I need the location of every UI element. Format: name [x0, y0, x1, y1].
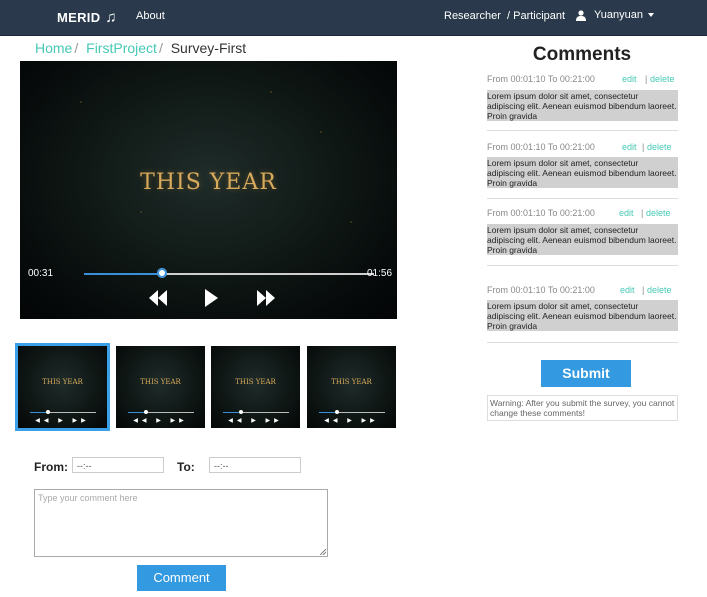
comment-text: Lorem ipsum dolor sit amet, consectetur … — [487, 300, 678, 331]
comment-divider — [487, 130, 678, 131]
comment-delete-link[interactable]: delete — [647, 285, 672, 295]
comment-delete-link[interactable]: delete — [650, 74, 675, 84]
video-frame-title: THIS YEAR — [140, 170, 277, 195]
comment-textarea[interactable]: Type your comment here — [34, 489, 328, 557]
comment-edit-link[interactable]: edit — [622, 74, 637, 84]
video-speck — [140, 211, 142, 213]
video-seek-handle[interactable] — [157, 268, 168, 278]
comment-text: Lorem ipsum dolor sit amet, consectetur … — [487, 157, 678, 188]
thumbnail-controls-icon: ◀◀ ▶ ▶▶ — [228, 418, 283, 424]
fast-forward-icon[interactable] — [256, 289, 276, 312]
user-name: Yuanyuan — [594, 9, 643, 21]
thumbnail-title: THIS YEAR — [140, 378, 181, 386]
comment-edit-link[interactable]: edit — [620, 285, 635, 295]
thumbnail-title: THIS YEAR — [235, 378, 276, 386]
thumbnail-title: THIS YEAR — [42, 378, 83, 386]
thumbnail-seek-handle — [45, 410, 50, 414]
comment-delete-link[interactable]: delete — [646, 208, 671, 218]
submit-button[interactable]: Submit — [541, 360, 631, 387]
comment-text: Lorem ipsum dolor sit amet, consectetur … — [487, 90, 678, 121]
comment-action-separator: | — [641, 208, 644, 218]
comments-heading: Comments — [532, 44, 632, 65]
video-thumbnail-2[interactable]: THIS YEAR ◀◀ ▶ ▶▶ — [116, 346, 205, 428]
breadcrumb-project[interactable]: FirstProject — [86, 40, 157, 56]
user-icon — [576, 9, 586, 21]
comment-action-separator: | — [645, 74, 648, 84]
comment-action-separator: | — [642, 285, 645, 295]
video-current-time: 00:31 — [28, 268, 54, 279]
thumbnail-controls-icon: ◀◀ ▶ ▶▶ — [133, 418, 188, 424]
comment-text: Lorem ipsum dolor sit amet, consectetur … — [487, 224, 678, 255]
video-progress-fill — [84, 273, 163, 275]
top-navbar: MERID ♫ About Researcher / Participant Yu… — [0, 0, 707, 36]
to-time-input[interactable]: --:-- — [209, 457, 301, 473]
thumbnail-seek-bar — [128, 410, 194, 414]
rewind-icon[interactable] — [148, 289, 168, 312]
breadcrumb-home[interactable]: Home — [35, 40, 72, 56]
comment-action-separator: | — [642, 142, 645, 152]
submit-warning: Warning: After you submit the survey, yo… — [487, 395, 678, 421]
video-speck — [270, 91, 272, 93]
video-speck — [320, 131, 322, 133]
chevron-down-icon — [647, 13, 654, 17]
thumbnail-seek-bar — [223, 410, 289, 414]
music-note-icon: ♫ — [105, 9, 117, 26]
resize-grip-icon[interactable] — [320, 549, 326, 555]
comment-time-range: From 00:01:10 To 00:21:00 — [487, 74, 595, 84]
breadcrumb-current: Survey-First — [170, 40, 247, 56]
nav-participant-link[interactable]: / Participant — [507, 10, 565, 22]
nav-about-link[interactable]: About — [136, 10, 165, 22]
video-thumbnail-1[interactable]: THIS YEAR ◀◀ ▶ ▶▶ — [15, 343, 110, 431]
brand-name: MERID — [57, 10, 101, 25]
breadcrumb-separator: / — [158, 40, 163, 56]
video-thumbnail-4[interactable]: THIS YEAR ◀◀ ▶ ▶▶ — [307, 346, 396, 428]
comment-divider — [487, 198, 678, 199]
breadcrumb-separator: / — [74, 40, 79, 56]
video-duration: 01:56 — [367, 268, 393, 279]
thumbnail-seek-bar — [30, 410, 96, 414]
from-time-input[interactable]: --:-- — [72, 457, 164, 473]
comment-divider — [487, 342, 678, 343]
comment-time-range: From 00:01:10 To 00:21:00 — [487, 208, 595, 218]
video-speck — [80, 101, 82, 103]
thumbnail-seek-bar — [319, 410, 385, 414]
video-player[interactable]: THIS YEAR 00:31 01:56 — [20, 61, 397, 319]
video-speck — [350, 221, 352, 223]
comment-time-range: From 00:01:10 To 00:21:00 — [487, 285, 595, 295]
brand-logo[interactable]: MERID ♫ — [57, 9, 117, 26]
user-menu[interactable]: Yuanyuan — [576, 9, 654, 21]
nav-researcher-link[interactable]: Researcher — [444, 10, 501, 22]
comment-edit-link[interactable]: edit — [622, 142, 637, 152]
play-icon[interactable] — [204, 289, 218, 312]
thumbnail-title: THIS YEAR — [331, 378, 372, 386]
from-label: From: — [34, 460, 68, 474]
breadcrumb: Home / FirstProject / Survey-First — [35, 40, 246, 56]
comment-placeholder: Type your comment here — [38, 493, 138, 503]
comment-button[interactable]: Comment — [137, 565, 226, 591]
video-seek-bar[interactable] — [84, 268, 374, 278]
comment-edit-link[interactable]: edit — [619, 208, 634, 218]
to-label: To: — [177, 460, 195, 474]
comment-divider — [487, 265, 678, 266]
thumbnail-seek-handle — [238, 410, 243, 414]
comment-delete-link[interactable]: delete — [647, 142, 672, 152]
thumbnail-controls-icon: ◀◀ ▶ ▶▶ — [324, 418, 379, 424]
video-thumbnail-3[interactable]: THIS YEAR ◀◀ ▶ ▶▶ — [211, 346, 300, 428]
thumbnail-seek-handle — [334, 410, 339, 414]
thumbnail-seek-handle — [143, 410, 148, 414]
comment-time-range: From 00:01:10 To 00:21:00 — [487, 142, 595, 152]
thumbnail-controls-icon: ◀◀ ▶ ▶▶ — [35, 418, 90, 424]
